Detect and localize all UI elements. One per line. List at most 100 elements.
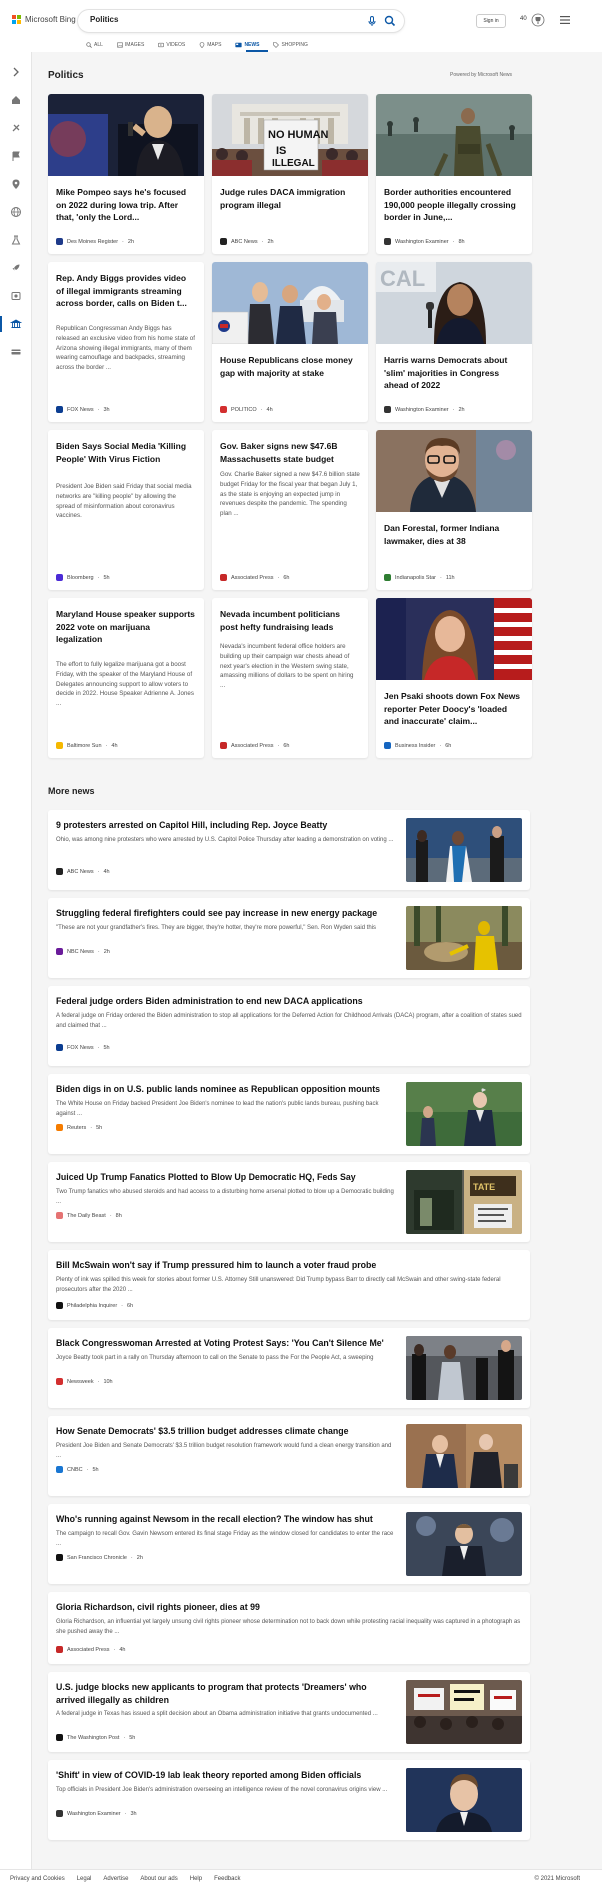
- card-source[interactable]: Washington Examiner · 2h: [384, 406, 465, 413]
- tab-images[interactable]: IMAGES: [117, 40, 144, 50]
- tab-all[interactable]: ALL: [86, 40, 103, 50]
- search-query[interactable]: Politics: [90, 15, 118, 24]
- microphone-icon[interactable]: [366, 15, 378, 27]
- news-list-item[interactable]: Federal judge orders Biden administratio…: [48, 986, 530, 1066]
- card-headline[interactable]: Jen Psaki shoots down Fox News reporter …: [384, 690, 524, 728]
- news-card[interactable]: Biden Says Social Media 'Killing People'…: [48, 430, 204, 590]
- news-headline[interactable]: Black Congresswoman Arrested at Voting P…: [56, 1337, 396, 1350]
- news-source[interactable]: Associated Press · 4h: [56, 1646, 125, 1653]
- news-source[interactable]: Washington Examiner · 3h: [56, 1810, 137, 1817]
- search-input[interactable]: Politics: [78, 10, 404, 32]
- tab-shopping[interactable]: SHOPPING: [273, 40, 308, 50]
- news-card[interactable]: Mike Pompeo says he's focused on 2022 du…: [48, 94, 204, 254]
- card-headline[interactable]: Nevada incumbent politicians post hefty …: [220, 608, 360, 633]
- card-headline[interactable]: House Republicans close money gap with m…: [220, 354, 360, 379]
- news-headline[interactable]: Who's running against Newsom in the reca…: [56, 1513, 396, 1526]
- card-headline[interactable]: Judge rules DACA immigration program ill…: [220, 186, 360, 211]
- card-source[interactable]: Baltimore Sun · 4h: [56, 742, 118, 749]
- flag-icon[interactable]: [10, 150, 22, 162]
- card-source[interactable]: Associated Press · 6h: [220, 574, 289, 581]
- news-list-item[interactable]: Struggling federal firefighters could se…: [48, 898, 530, 978]
- tab-news[interactable]: NEWS: [235, 40, 259, 50]
- home-icon[interactable]: [10, 94, 22, 106]
- card-headline[interactable]: Rep. Andy Biggs provides video of illega…: [56, 272, 196, 310]
- news-card[interactable]: House Republicans close money gap with m…: [212, 262, 368, 422]
- news-list-item[interactable]: Black Congresswoman Arrested at Voting P…: [48, 1328, 530, 1408]
- news-card[interactable]: Rep. Andy Biggs provides video of illega…: [48, 262, 204, 422]
- science-icon[interactable]: [10, 234, 22, 246]
- news-source[interactable]: CNBC · 5h: [56, 1466, 99, 1473]
- news-card[interactable]: Jen Psaki shoots down Fox News reporter …: [376, 598, 532, 758]
- news-card[interactable]: Nevada incumbent politicians post hefty …: [212, 598, 368, 758]
- news-card[interactable]: Maryland House speaker supports 2022 vot…: [48, 598, 204, 758]
- card-headline[interactable]: Harris warns Democrats about 'slim' majo…: [384, 354, 524, 392]
- news-headline[interactable]: Federal judge orders Biden administratio…: [56, 995, 522, 1008]
- news-headline[interactable]: How Senate Democrats' $3.5 trillion budg…: [56, 1425, 396, 1438]
- news-card[interactable]: Border authorities encountered 190,000 p…: [376, 94, 532, 254]
- card-source[interactable]: Indianapolis Star · 11h: [384, 574, 455, 581]
- news-source[interactable]: NBC News · 2h: [56, 948, 110, 955]
- news-headline[interactable]: Biden digs in on U.S. public lands nomin…: [56, 1083, 396, 1096]
- news-list-item[interactable]: How Senate Democrats' $3.5 trillion budg…: [48, 1416, 530, 1496]
- card-source[interactable]: Associated Press · 6h: [220, 742, 289, 749]
- search-icon[interactable]: [384, 15, 396, 27]
- news-headline[interactable]: 'Shift' in view of COVID-19 lab leak the…: [56, 1769, 396, 1782]
- news-source[interactable]: The Washington Post · 5h: [56, 1734, 135, 1741]
- footer-link-advertise[interactable]: Advertise: [103, 1876, 128, 1882]
- news-list-item[interactable]: 'Shift' in view of COVID-19 lab leak the…: [48, 1760, 530, 1840]
- hamburger-menu-icon[interactable]: [560, 16, 570, 24]
- card-source[interactable]: POLITICO · 4h: [220, 406, 273, 413]
- politics-icon[interactable]: [10, 318, 22, 330]
- globe-icon[interactable]: [10, 206, 22, 218]
- card-source[interactable]: FOX News · 3h: [56, 406, 110, 413]
- chevron-right-icon[interactable]: [10, 66, 22, 78]
- news-list-item[interactable]: Biden digs in on U.S. public lands nomin…: [48, 1074, 530, 1154]
- sports-icon[interactable]: [10, 122, 22, 134]
- card-source[interactable]: Washington Examiner · 8h: [384, 238, 465, 245]
- news-source[interactable]: Reuters · 5h: [56, 1124, 102, 1131]
- card-source[interactable]: Des Moines Register · 2h: [56, 238, 134, 245]
- news-card[interactable]: NO HUMAN IS ILLEGAL Judge rules DACA imm…: [212, 94, 368, 254]
- sign-in-button[interactable]: Sign in: [476, 14, 506, 28]
- news-headline[interactable]: U.S. judge blocks new applicants to prog…: [56, 1681, 396, 1707]
- news-list-item[interactable]: Who's running against Newsom in the reca…: [48, 1504, 530, 1584]
- tab-videos[interactable]: VIDEOS: [158, 40, 185, 50]
- rewards-trophy-icon[interactable]: [531, 13, 545, 27]
- card-headline[interactable]: Maryland House speaker supports 2022 vot…: [56, 608, 196, 646]
- news-card[interactable]: CAL Harris warns Democrats about 'slim' …: [376, 262, 532, 422]
- card-headline[interactable]: Gov. Baker signs new $47.6B Massachusett…: [220, 440, 360, 465]
- card-headline[interactable]: Border authorities encountered 190,000 p…: [384, 186, 524, 224]
- card-headline[interactable]: Mike Pompeo says he's focused on 2022 du…: [56, 186, 196, 224]
- rocket-icon[interactable]: [10, 262, 22, 274]
- news-source[interactable]: ABC News · 4h: [56, 868, 110, 875]
- news-card[interactable]: Gov. Baker signs new $47.6B Massachusett…: [212, 430, 368, 590]
- news-list-item[interactable]: 9 protesters arrested on Capitol Hill, i…: [48, 810, 530, 890]
- footer-link-feedback[interactable]: Feedback: [214, 1876, 240, 1882]
- news-headline[interactable]: Juiced Up Trump Fanatics Plotted to Blow…: [56, 1171, 396, 1184]
- news-card[interactable]: Dan Forestal, former Indiana lawmaker, d…: [376, 430, 532, 590]
- card-headline[interactable]: Dan Forestal, former Indiana lawmaker, d…: [384, 522, 524, 547]
- rewards-points[interactable]: 40: [520, 16, 527, 22]
- location-icon[interactable]: [10, 178, 22, 190]
- news-list-item[interactable]: Bill McSwain won't say if Trump pressure…: [48, 1250, 530, 1320]
- card-source[interactable]: Bloomberg · 5h: [56, 574, 110, 581]
- footer-link-privacy[interactable]: Privacy and Cookies: [10, 1876, 65, 1882]
- tab-maps[interactable]: MAPS: [199, 40, 221, 50]
- bing-logo[interactable]: Microsoft Bing: [12, 15, 76, 24]
- entertainment-icon[interactable]: [10, 290, 22, 302]
- footer-link-legal[interactable]: Legal: [77, 1876, 92, 1882]
- news-source[interactable]: San Francisco Chronicle · 2h: [56, 1554, 143, 1561]
- news-list-item[interactable]: Juiced Up Trump Fanatics Plotted to Blow…: [48, 1162, 530, 1242]
- powered-by-label[interactable]: Powered by Microsoft News: [450, 72, 512, 78]
- news-source[interactable]: The Daily Beast · 8h: [56, 1212, 122, 1219]
- money-icon[interactable]: [10, 346, 22, 358]
- news-list-item[interactable]: Gloria Richardson, civil rights pioneer,…: [48, 1592, 530, 1664]
- news-list-item[interactable]: U.S. judge blocks new applicants to prog…: [48, 1672, 530, 1752]
- news-headline[interactable]: 9 protesters arrested on Capitol Hill, i…: [56, 819, 396, 832]
- news-headline[interactable]: Gloria Richardson, civil rights pioneer,…: [56, 1601, 522, 1614]
- card-source[interactable]: ABC News · 2h: [220, 238, 274, 245]
- news-headline[interactable]: Struggling federal firefighters could se…: [56, 907, 396, 920]
- news-source[interactable]: FOX News · 5h: [56, 1044, 110, 1051]
- footer-link-about-ads[interactable]: About our ads: [140, 1876, 177, 1882]
- card-headline[interactable]: Biden Says Social Media 'Killing People'…: [56, 440, 196, 465]
